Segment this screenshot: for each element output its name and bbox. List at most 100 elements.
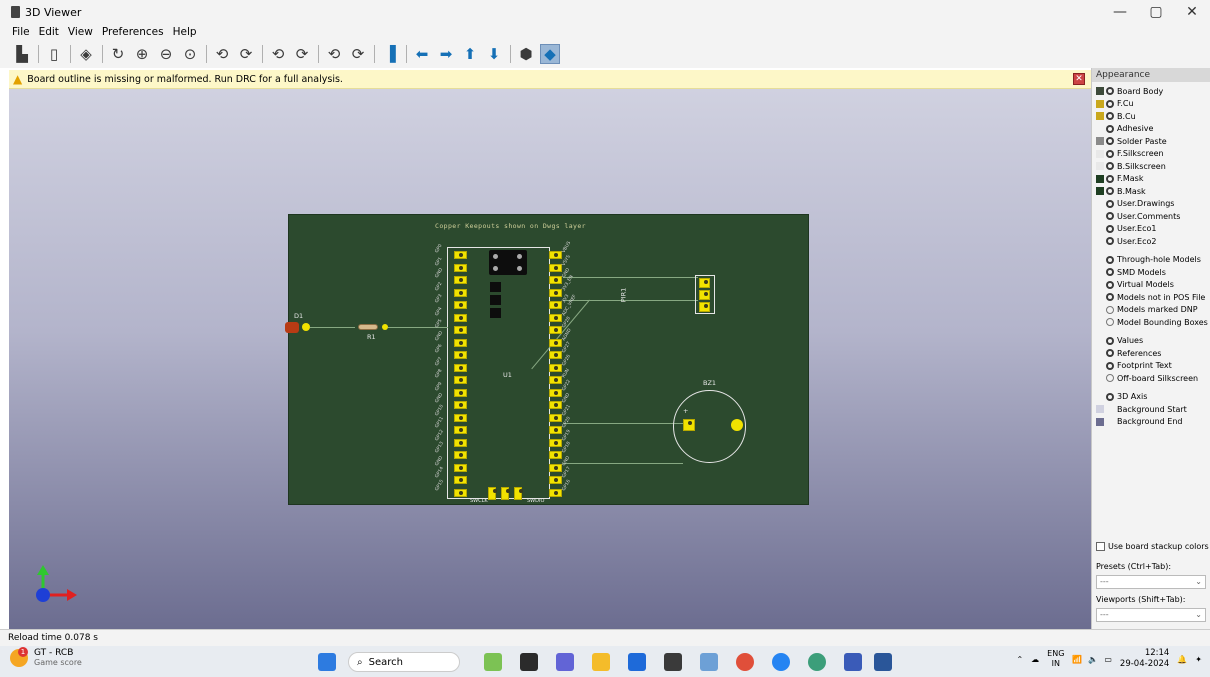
kicad-icon[interactable] [844, 653, 862, 671]
menu-view[interactable]: View [68, 26, 93, 38]
rotate-y-ccw-icon[interactable]: ⟳ [292, 44, 312, 64]
layer-row[interactable]: User.Drawings [1092, 198, 1210, 211]
widgets-icon[interactable] [484, 653, 502, 671]
start-icon[interactable] [318, 653, 336, 671]
close-button[interactable]: ✕ [1174, 0, 1210, 24]
notification-icon[interactable]: 🔔 [1177, 655, 1187, 664]
color-swatch[interactable] [1096, 137, 1104, 146]
chat-icon[interactable] [556, 653, 574, 671]
dismiss-warning-icon[interactable]: ✕ [1073, 73, 1085, 85]
eye-icon[interactable] [1106, 124, 1114, 133]
bg-end-swatch[interactable] [1096, 417, 1104, 426]
eye-icon[interactable] [1106, 349, 1114, 358]
rotate-x-ccw-icon[interactable]: ⟳ [236, 44, 256, 64]
flip-board-icon[interactable]: ▐ [380, 44, 400, 64]
search-box[interactable]: ⌕ Search [348, 652, 460, 672]
eye-icon[interactable] [1106, 336, 1114, 345]
eye-icon[interactable] [1106, 224, 1114, 233]
layer-background-start[interactable]: Background Start [1092, 403, 1210, 416]
object-row[interactable]: Models marked DNP [1092, 304, 1210, 317]
color-swatch[interactable] [1096, 99, 1104, 108]
eye-icon[interactable] [1106, 255, 1114, 264]
object-row[interactable]: Model Bounding Boxes [1092, 316, 1210, 329]
eye-icon[interactable] [1106, 112, 1114, 121]
move-down-icon[interactable]: ⬇ [484, 44, 504, 64]
eye-icon[interactable] [1106, 162, 1114, 171]
object-row[interactable]: Through-hole Models [1092, 254, 1210, 267]
copy-image-icon[interactable]: ▯ [44, 44, 64, 64]
use-stackup-checkbox[interactable]: Use board stackup colors [1096, 542, 1209, 551]
object-row[interactable]: SMD Models [1092, 266, 1210, 279]
dropbox-icon[interactable] [664, 653, 682, 671]
edge-icon[interactable] [808, 653, 826, 671]
color-swatch[interactable] [1096, 125, 1104, 133]
eye-icon[interactable] [1106, 237, 1114, 246]
color-swatch[interactable] [1096, 149, 1104, 158]
copilot-icon[interactable]: ✦ [1195, 655, 1202, 664]
color-swatch[interactable] [1096, 225, 1104, 233]
raytracing-icon[interactable]: ◈ [76, 44, 96, 64]
volume-icon[interactable]: 🔈 [1088, 655, 1098, 664]
menu-file[interactable]: File [12, 26, 30, 38]
battery-icon[interactable]: ▭ [1104, 655, 1112, 664]
minimize-button[interactable]: — [1102, 0, 1138, 24]
color-swatch[interactable] [1096, 87, 1104, 96]
layer-background-end[interactable]: Background End [1092, 416, 1210, 429]
move-left-icon[interactable]: ⬅ [412, 44, 432, 64]
file-explorer-icon[interactable] [592, 653, 610, 671]
eye-icon[interactable] [1106, 174, 1114, 183]
color-swatch[interactable] [1096, 212, 1104, 220]
rotate-z-cw-icon[interactable]: ⟲ [324, 44, 344, 64]
3d-viewport[interactable]: Copper Keepouts shown on Dwgs layer U1 S… [9, 89, 1091, 629]
eye-icon[interactable] [1106, 87, 1114, 96]
object-row[interactable]: Models not in POS File [1092, 291, 1210, 304]
layer-row[interactable]: User.Eco1 [1092, 223, 1210, 236]
word-icon[interactable] [874, 653, 892, 671]
app-icon-blue[interactable] [772, 653, 790, 671]
rotate-z-ccw-icon[interactable]: ⟳ [348, 44, 368, 64]
viewports-select[interactable]: --- ⌄ [1096, 608, 1206, 622]
rotate-x-cw-icon[interactable]: ⟲ [212, 44, 232, 64]
layer-row[interactable]: User.Eco2 [1092, 235, 1210, 248]
chevron-up-icon[interactable]: ⌃ [1016, 655, 1023, 664]
eye-icon[interactable] [1106, 212, 1114, 221]
weather-widget[interactable]: 1 GT - RCB Game score [10, 646, 82, 667]
wifi-icon[interactable]: 📶 [1072, 655, 1082, 664]
menu-edit[interactable]: Edit [39, 26, 59, 38]
layer-row[interactable]: Solder Paste [1092, 135, 1210, 148]
eye-icon[interactable] [1106, 149, 1114, 158]
color-swatch[interactable] [1096, 200, 1104, 208]
menu-help[interactable]: Help [173, 26, 197, 38]
color-swatch[interactable] [1096, 162, 1104, 171]
layer-row[interactable]: Adhesive [1092, 123, 1210, 136]
text-item-row[interactable]: References [1092, 347, 1210, 360]
text-item-row[interactable]: Values [1092, 335, 1210, 348]
chrome-icon[interactable] [736, 653, 754, 671]
zoom-fit-icon[interactable]: ⊙ [180, 44, 200, 64]
appearance-toggle-icon[interactable]: ◆ [540, 44, 560, 64]
rotate-y-cw-icon[interactable]: ⟲ [268, 44, 288, 64]
zoom-in-icon[interactable]: ⊕ [132, 44, 152, 64]
move-right-icon[interactable]: ➡ [436, 44, 456, 64]
color-swatch[interactable] [1096, 112, 1104, 121]
text-item-row[interactable]: Footprint Text [1092, 360, 1210, 373]
layer-row[interactable]: B.Mask [1092, 185, 1210, 198]
layer-row[interactable]: F.Mask [1092, 173, 1210, 186]
layer-row[interactable]: F.Cu [1092, 98, 1210, 111]
eye-icon[interactable] [1106, 99, 1114, 108]
eye-icon[interactable] [1106, 280, 1114, 289]
eye-icon[interactable] [1106, 293, 1114, 302]
menu-preferences[interactable]: Preferences [102, 26, 164, 38]
restore-button[interactable]: ▢ [1138, 0, 1174, 24]
task-view-icon[interactable] [520, 653, 538, 671]
clock[interactable]: 12:14 29-04-2024 [1120, 648, 1169, 670]
reload-board-icon[interactable]: ▙ [12, 44, 32, 64]
layer-row[interactable]: B.Silkscreen [1092, 160, 1210, 173]
eye-icon[interactable] [1106, 268, 1114, 277]
orthographic-icon[interactable]: ⬢ [516, 44, 536, 64]
object-row[interactable]: Virtual Models [1092, 279, 1210, 292]
layer-row[interactable]: User.Comments [1092, 210, 1210, 223]
move-up-icon[interactable]: ⬆ [460, 44, 480, 64]
bg-start-swatch[interactable] [1096, 405, 1104, 414]
color-swatch[interactable] [1096, 187, 1104, 196]
